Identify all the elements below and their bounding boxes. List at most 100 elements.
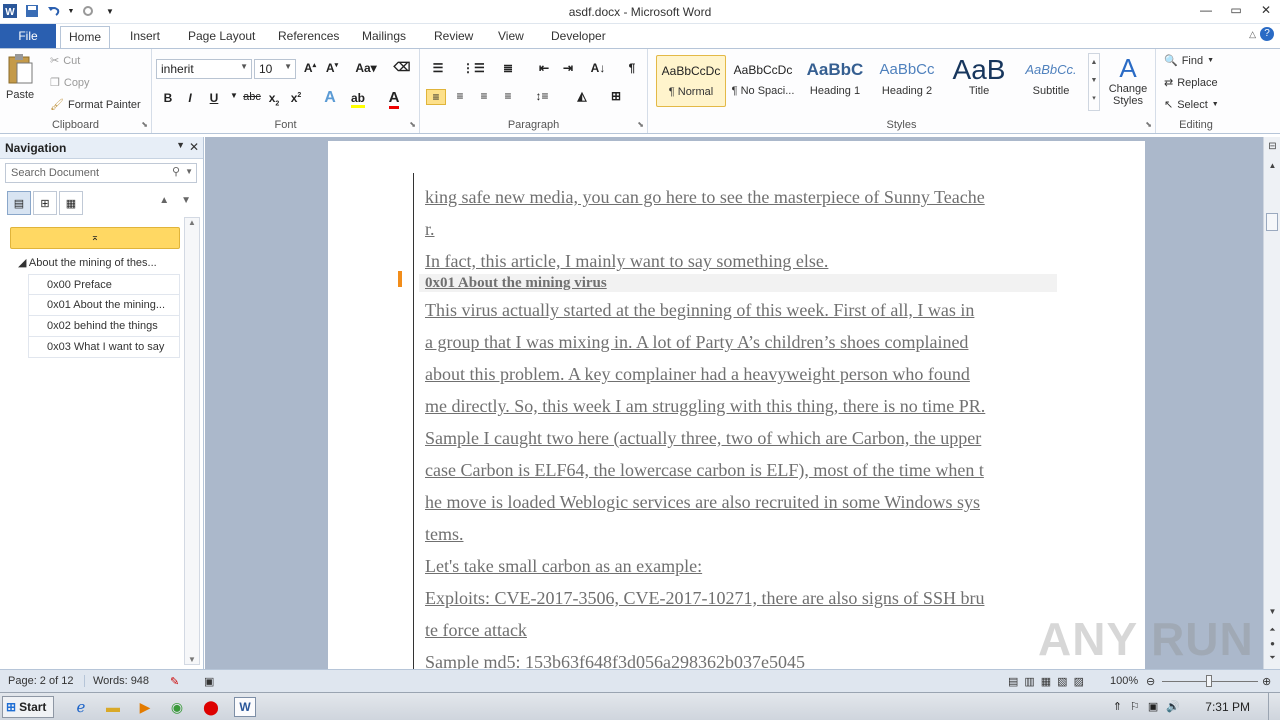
strikethrough-icon[interactable]: abc xyxy=(240,91,264,103)
borders-icon[interactable]: ⊞ xyxy=(606,89,626,103)
align-right-icon[interactable]: ≡ xyxy=(474,89,494,103)
ie-icon[interactable]: ℯ xyxy=(70,697,92,717)
tree-item[interactable]: 0x00 Preface xyxy=(28,274,180,295)
font-name-box[interactable]: inherit ▼ xyxy=(156,59,252,79)
tab-view[interactable]: View xyxy=(490,26,532,48)
collapse-top-icon[interactable]: ⌅ xyxy=(10,227,180,249)
tab-mailings[interactable]: Mailings xyxy=(354,26,414,48)
scroll-down-icon[interactable]: ▼ xyxy=(1264,607,1280,616)
decrease-indent-icon[interactable]: ⇤ xyxy=(534,61,554,75)
font-size-dropdown-icon[interactable]: ▼ xyxy=(284,62,292,71)
media-player-icon[interactable]: ▶ xyxy=(134,697,156,717)
tab-page-layout[interactable]: Page Layout xyxy=(180,26,263,48)
opera-icon[interactable]: ⬤ xyxy=(200,697,222,717)
close-pane-icon[interactable]: ✕ xyxy=(189,140,199,154)
styles-dialog-launcher-icon[interactable]: ⬊ xyxy=(1145,120,1152,129)
italic-icon[interactable]: I xyxy=(180,91,200,105)
show-hide-paragraph-icon[interactable]: ¶ xyxy=(622,61,642,75)
tab-developer[interactable]: Developer xyxy=(543,26,614,48)
search-document-input[interactable]: Search Document ⚲ ▼ xyxy=(5,163,197,183)
scroll-up-icon[interactable]: ▲ xyxy=(1264,161,1280,170)
tab-insert[interactable]: Insert xyxy=(122,26,168,48)
superscript-icon[interactable]: x2 xyxy=(286,91,306,105)
browse-headings-icon[interactable]: ▤ xyxy=(7,191,31,215)
change-case-icon[interactable]: Aa▾ xyxy=(352,61,380,75)
tab-review[interactable]: Review xyxy=(426,26,481,48)
tree-item[interactable]: 0x03 What I want to say xyxy=(28,337,180,358)
clock[interactable]: 7:31 PM xyxy=(1205,700,1250,714)
select-browse-object-icon[interactable]: ● xyxy=(1264,639,1280,648)
font-dialog-launcher-icon[interactable]: ⬊ xyxy=(409,120,416,129)
minimize-ribbon-icon[interactable]: △ xyxy=(1249,29,1256,40)
font-size-box[interactable]: 10 ▼ xyxy=(254,59,296,79)
explorer-icon[interactable]: ▬ xyxy=(102,697,124,717)
network-icon[interactable]: ▣ xyxy=(1148,700,1158,713)
proofing-icon[interactable]: ✎ xyxy=(170,675,179,688)
font-name-dropdown-icon[interactable]: ▼ xyxy=(240,62,248,71)
font-color-icon[interactable]: A xyxy=(384,89,404,109)
subscript-icon[interactable]: x2 xyxy=(264,91,284,107)
view-buttons-icon[interactable]: ▤▥▦▧▨ xyxy=(1008,675,1090,688)
word-taskbar-icon[interactable]: W xyxy=(234,697,256,717)
highlight-icon[interactable]: ab xyxy=(348,91,368,108)
increase-indent-icon[interactable]: ⇥ xyxy=(558,61,578,75)
zoom-slider-thumb[interactable] xyxy=(1206,675,1212,687)
tree-item[interactable]: 0x02 behind the things xyxy=(28,316,180,337)
zoom-level[interactable]: 100% xyxy=(1110,675,1138,687)
bold-icon[interactable]: B xyxy=(158,91,178,105)
document-scrollbar[interactable]: ⊟ ▲ ▼ ⏶ ● ⏷ xyxy=(1263,137,1280,669)
tab-references[interactable]: References xyxy=(270,26,347,48)
shading-icon[interactable]: ◭ xyxy=(572,89,592,103)
tray-expand-icon[interactable]: ⇑ xyxy=(1113,700,1122,713)
minimize-icon[interactable]: — xyxy=(1198,2,1214,18)
numbering-icon[interactable]: ⋮☰ xyxy=(462,61,485,75)
text-effects-icon[interactable]: A xyxy=(320,89,340,107)
scroll-thumb[interactable] xyxy=(1266,213,1278,231)
previous-page-icon[interactable]: ⏶ xyxy=(1264,625,1280,635)
align-center-icon[interactable]: ≡ xyxy=(450,89,470,103)
browse-pages-icon[interactable]: ⊞ xyxy=(33,191,57,215)
next-heading-icon[interactable]: ▼ xyxy=(181,195,191,206)
style-subtitle[interactable]: AaBbCc. Subtitle xyxy=(1016,55,1086,107)
zoom-out-icon[interactable]: ⊖ xyxy=(1146,675,1155,688)
sort-icon[interactable]: A↓ xyxy=(588,61,608,75)
volume-icon[interactable]: 🔊 xyxy=(1166,700,1180,713)
change-styles-button[interactable]: A Change Styles xyxy=(1106,53,1150,107)
format-painter-button[interactable]: 🖌 Format Painter xyxy=(50,98,141,112)
zoom-in-icon[interactable]: ⊕ xyxy=(1262,675,1271,688)
ruler-toggle-icon[interactable]: ⊟ xyxy=(1264,141,1280,152)
style-title[interactable]: AaB Title xyxy=(944,55,1014,107)
cut-button[interactable]: ✂ Cut xyxy=(50,54,80,68)
page-count[interactable]: Page: 2 of 12 xyxy=(8,675,73,687)
tab-file[interactable]: File xyxy=(0,24,56,48)
find-button[interactable]: 🔍 Find ▼ xyxy=(1164,54,1214,68)
help-icon[interactable]: ? xyxy=(1260,27,1274,41)
paragraph-dialog-launcher-icon[interactable]: ⬊ xyxy=(637,120,644,129)
replace-button[interactable]: ⇄ Replace xyxy=(1164,76,1218,90)
scroll-up-icon[interactable]: ▲ xyxy=(185,218,199,227)
shrink-font-icon[interactable]: A▾ xyxy=(322,61,342,75)
styles-gallery-scroll[interactable]: ▲ ▼ ▾ xyxy=(1088,53,1100,111)
search-dropdown-icon[interactable]: ▼ xyxy=(185,167,193,176)
navigation-scrollbar[interactable]: ▲ ▼ xyxy=(184,217,200,665)
document-page[interactable]: king safe new media, you can go here to … xyxy=(328,141,1145,669)
align-left-icon[interactable]: ≡ xyxy=(426,89,446,105)
maximize-icon[interactable]: ▭ xyxy=(1228,2,1244,18)
grow-font-icon[interactable]: A▴ xyxy=(300,61,320,75)
browse-results-icon[interactable]: ▦ xyxy=(59,191,83,215)
clear-formatting-icon[interactable]: ⌫ xyxy=(392,60,412,74)
chrome-icon[interactable]: ◉ xyxy=(166,697,188,717)
scroll-down-icon[interactable]: ▼ xyxy=(185,655,199,664)
style-heading-2[interactable]: AaBbCc Heading 2 xyxy=(872,55,942,107)
style-no-spacing[interactable]: AaBbCcDc ¶ No Spaci... xyxy=(728,55,798,107)
line-spacing-icon[interactable]: ↕≡ xyxy=(532,89,552,103)
style-normal[interactable]: AaBbCcDc ¶ Normal xyxy=(656,55,726,107)
clipboard-dialog-launcher-icon[interactable]: ⬊ xyxy=(141,120,148,129)
justify-icon[interactable]: ≡ xyxy=(498,89,518,103)
close-icon[interactable]: ✕ xyxy=(1258,2,1274,18)
tab-home[interactable]: Home xyxy=(60,26,111,48)
previous-heading-icon[interactable]: ▲ xyxy=(159,195,169,206)
show-desktop-button[interactable] xyxy=(1268,693,1280,720)
bullets-icon[interactable]: ☰ xyxy=(428,61,448,75)
tree-item[interactable]: 0x01 About the mining... xyxy=(28,295,180,316)
